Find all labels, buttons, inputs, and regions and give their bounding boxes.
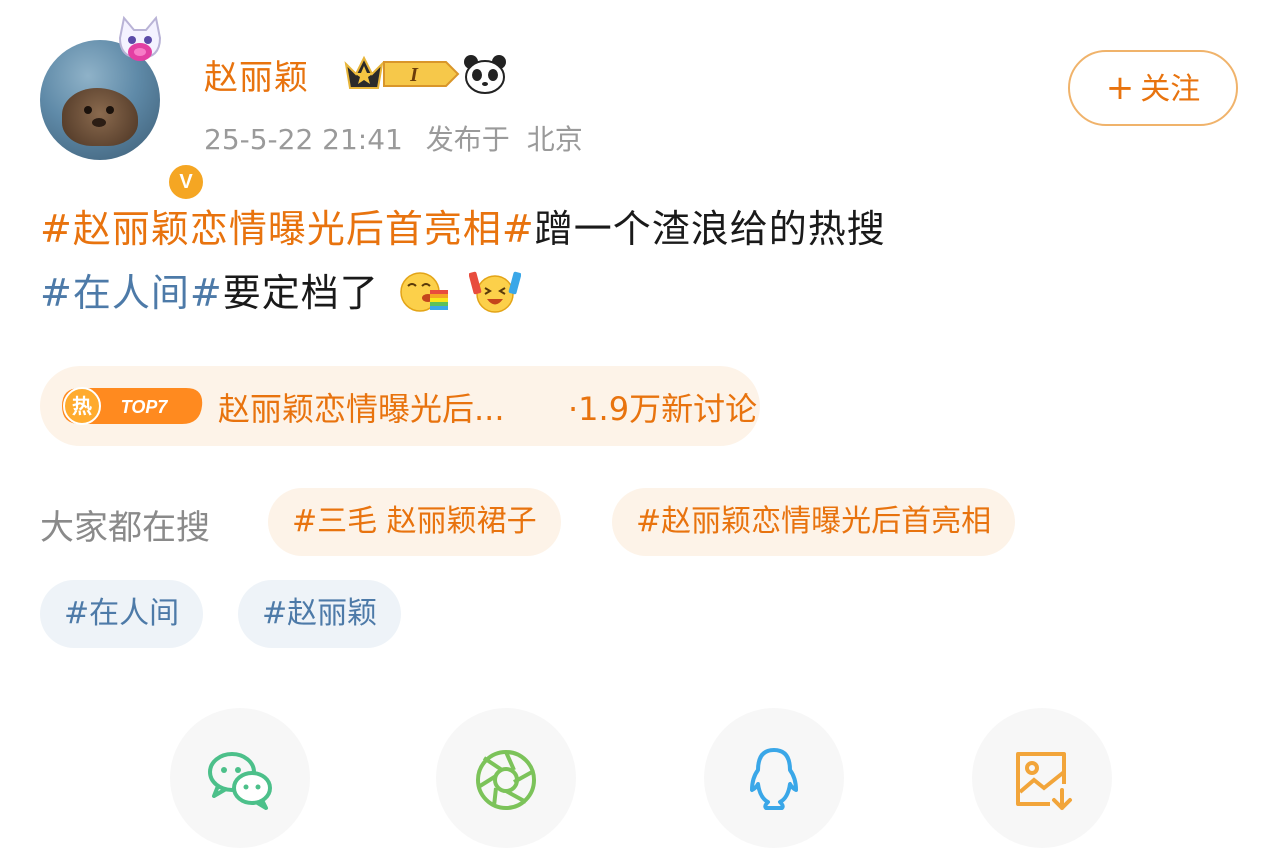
follow-label: 关注 [1140,72,1201,107]
share-moments-button[interactable] [436,708,576,848]
hot-search-title: 赵丽颖恋情曝光后... [218,390,505,428]
hot-top7-badge-icon: 热 TOP7 [62,387,203,425]
svg-text:I: I [409,64,419,86]
post-timestamp: 25-5-22 21:41 [204,123,403,156]
moments-icon [476,750,536,810]
weibo-post: V 赵丽颖 I 25-5-22 21:41 发布于 北京 + 关注 #赵丽颖恋情曝… [0,0,1280,848]
everyone-searching-label: 大家都在搜 [40,508,210,548]
search-chip[interactable]: #赵丽颖 [238,580,402,648]
post-text: 蹭一个渣浪给的热搜 [534,207,886,251]
crown-level-badge-icon: I [344,55,460,89]
svg-text:TOP7: TOP7 [121,397,169,417]
share-qq-button[interactable] [704,708,844,848]
save-image-button[interactable] [972,708,1112,848]
search-chip[interactable]: #在人间 [40,580,204,648]
hot-search-entry[interactable]: 热 TOP7 赵丽颖恋情曝光后... ·1.9万新讨论 [40,366,760,446]
hot-search-discussion-count: ·1.9万新讨论 [568,390,758,428]
search-chip[interactable]: #赵丽颖恋情曝光后首亮相 [612,488,1016,556]
cheering-emoji-icon [468,271,521,313]
rainbow-vomit-emoji-icon [400,272,448,312]
plus-icon: + [1105,68,1135,108]
panda-icon [464,55,506,94]
otter-illustration [62,88,138,146]
location-prefix: 发布于 [425,123,510,156]
svg-text:热: 热 [72,394,92,418]
cat-avatar-decoration-icon [118,15,162,61]
save-image-icon [1016,752,1072,810]
verified-badge: V [166,162,206,202]
avatar[interactable]: V [40,15,206,202]
hashtag-link[interactable]: #赵丽颖恋情曝光后首亮相# [40,207,535,251]
hashtag-link[interactable]: #在人间# [40,271,223,315]
wechat-icon [208,752,272,810]
post-text-line-1: #赵丽颖恋情曝光后首亮相#蹭一个渣浪给的热搜 [40,198,886,253]
qq-icon [750,748,798,810]
post-location: 北京 [526,123,583,156]
post-text-line-2: #在人间#要定档了 [40,262,521,318]
follow-button[interactable]: + 关注 [1068,50,1238,126]
share-wechat-button[interactable] [170,708,310,848]
post-text: 要定档了 [222,271,379,315]
search-chip[interactable]: #三毛 赵丽颖裙子 [268,488,561,556]
author-name[interactable]: 赵丽颖 [204,50,309,99]
post-meta: 25-5-22 21:41 发布于 北京 [204,118,597,158]
